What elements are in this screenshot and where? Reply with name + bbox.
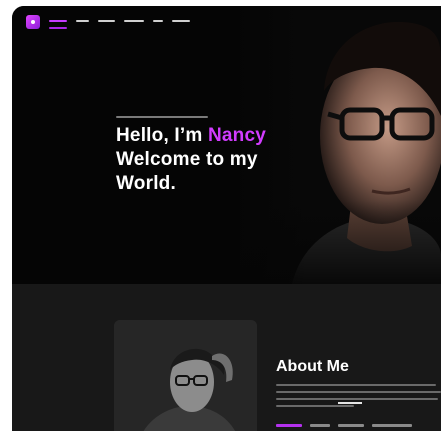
nav-item-portfolio[interactable] (124, 18, 144, 24)
hero-heading-line2: Welcome to my (116, 149, 258, 170)
about-photo-card (114, 320, 257, 431)
hero-heading-name: Nancy (207, 125, 266, 146)
about-text-highlight (338, 402, 362, 404)
brand-logo-icon[interactable] (26, 15, 40, 29)
about-text-line (276, 391, 441, 404)
hero-eyebrow-text (116, 114, 208, 119)
about-text-line (276, 384, 436, 386)
hero-heading: Hello, I’m Nancy Welcome to my World. (116, 124, 376, 196)
about-portrait-image (114, 320, 257, 431)
nav-item-contact[interactable] (172, 18, 190, 24)
about-tab-4[interactable] (372, 424, 412, 427)
about-tab-3[interactable] (338, 424, 364, 427)
nav-active-indicator (49, 27, 67, 29)
nav-item-about-label (76, 20, 89, 22)
hero-heading-greeting: Hello, I’m (116, 125, 208, 146)
about-title: About Me (276, 358, 349, 375)
nav-item-home-label (49, 20, 67, 22)
hero-eyebrow-line (116, 116, 208, 118)
nav-item-contact-label (172, 20, 190, 22)
top-navigation (26, 14, 190, 38)
about-section: About Me (12, 284, 441, 431)
about-description (276, 384, 441, 412)
nav-item-service-label (98, 20, 115, 22)
nav-item-service[interactable] (98, 18, 115, 24)
logo-mark (31, 20, 35, 24)
about-tab-2[interactable] (310, 424, 330, 427)
about-text-line (276, 398, 438, 400)
browser-viewport: Hello, I’m Nancy Welcome to my World. Ab… (12, 6, 441, 431)
about-tab-1[interactable] (276, 424, 302, 427)
nav-item-about[interactable] (76, 18, 89, 24)
hero-heading-line3: World. (116, 173, 176, 194)
nav-item-blog-label (153, 20, 163, 22)
hero-heading-line1: Hello, I’m Nancy (116, 125, 266, 146)
nav-item-blog[interactable] (153, 18, 163, 24)
nav-item-portfolio-label (124, 20, 144, 22)
about-tabs (276, 424, 412, 427)
hero-section: Hello, I’m Nancy Welcome to my World. (12, 6, 441, 284)
nav-item-home[interactable] (49, 18, 67, 29)
about-text-line (276, 405, 354, 407)
